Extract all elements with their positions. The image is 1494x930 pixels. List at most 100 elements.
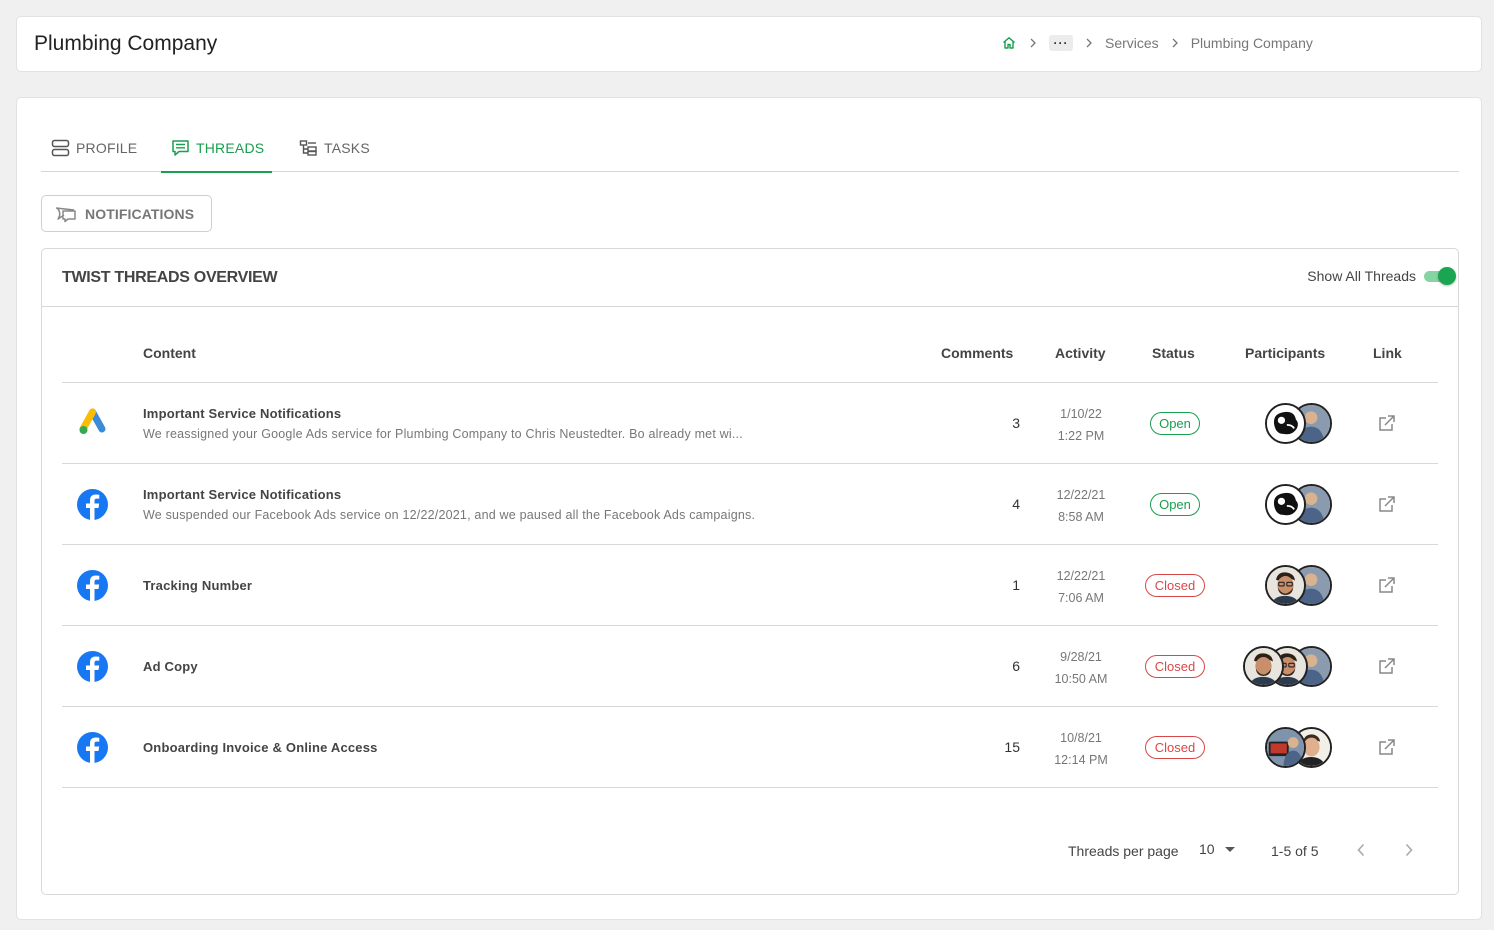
thread-title[interactable]: Onboarding Invoice & Online Access — [143, 740, 378, 755]
breadcrumb-more-button[interactable]: ··· — [1049, 35, 1073, 51]
notifications-label: NOTIFICATIONS — [85, 205, 195, 222]
participants — [1243, 646, 1335, 687]
show-all-threads-toggle[interactable] — [1424, 267, 1456, 285]
table-header: Content Comments Activity Status Partici… — [62, 325, 1438, 383]
threads-overview-card: TWIST THREADS OVERVIEW Show All Threads … — [41, 248, 1459, 895]
activity-time: 8:58 AM — [1058, 510, 1104, 524]
external-link-icon[interactable] — [1377, 413, 1397, 433]
activity-time: 10:50 AM — [1054, 672, 1108, 686]
thread-comments: 1 — [1012, 577, 1020, 593]
activity-date: 12/22/21 — [1056, 488, 1106, 502]
chevron-right-icon — [1171, 38, 1179, 48]
external-link-icon[interactable] — [1377, 737, 1397, 757]
status-badge: Closed — [1145, 655, 1205, 678]
threads-title: TWIST THREADS OVERVIEW — [62, 269, 278, 286]
status-badge: Open — [1150, 412, 1200, 435]
per-page-label: Threads per page — [1068, 843, 1179, 859]
chevron-right-icon — [1029, 38, 1037, 48]
table-row[interactable]: Important Service Notifications We suspe… — [62, 464, 1438, 545]
col-participants: Participants — [1245, 345, 1326, 361]
header-bar: Plumbing Company ··· Services Plumbing C… — [16, 16, 1482, 72]
breadcrumb: ··· Services Plumbing Company — [1001, 35, 1313, 51]
thread-comments: 4 — [1012, 496, 1020, 512]
col-activity[interactable]: Activity — [1055, 345, 1106, 361]
col-comments[interactable]: Comments — [941, 345, 1013, 361]
avatar — [1265, 565, 1306, 606]
thread-comments: 3 — [1012, 415, 1020, 431]
status-badge: Open — [1150, 493, 1200, 516]
status-badge: Closed — [1145, 574, 1205, 597]
google-ads-icon — [76, 407, 109, 440]
participants — [1265, 565, 1335, 606]
col-content[interactable]: Content — [143, 345, 196, 361]
facebook-icon — [76, 650, 109, 683]
col-status[interactable]: Status — [1152, 345, 1195, 361]
activity-date: 12/22/21 — [1056, 569, 1106, 583]
external-link-icon[interactable] — [1377, 656, 1397, 676]
thread-activity: 9/28/21 10:50 AM — [1042, 646, 1120, 690]
tab-threads[interactable]: THREADS — [161, 124, 273, 173]
facebook-icon — [76, 569, 109, 602]
per-page-value: 10 — [1199, 841, 1215, 857]
profile-icon — [51, 139, 70, 157]
breadcrumb-services-link[interactable]: Services — [1105, 35, 1159, 51]
thread-activity: 10/8/21 12:14 PM — [1042, 727, 1120, 771]
thread-comments: 6 — [1012, 658, 1020, 674]
participants — [1265, 484, 1335, 525]
tasks-icon — [299, 140, 317, 156]
per-page-select[interactable]: 10 — [1199, 841, 1235, 857]
main-panel: PROFILE THREADS TASKS NOTIFICATIONS TWIS… — [16, 97, 1482, 920]
tab-profile-label: PROFILE — [76, 140, 138, 156]
threads-table: Content Comments Activity Status Partici… — [62, 325, 1438, 859]
show-all-threads-label: Show All Threads — [1307, 268, 1416, 284]
external-link-icon[interactable] — [1377, 575, 1397, 595]
threads-card-header: TWIST THREADS OVERVIEW Show All Threads — [42, 249, 1458, 307]
avatar — [1243, 646, 1284, 687]
avatar — [1265, 484, 1306, 525]
tab-profile[interactable]: PROFILE — [51, 124, 137, 172]
participants — [1265, 727, 1335, 768]
facebook-icon — [76, 488, 109, 521]
page-title: Plumbing Company — [34, 32, 218, 55]
thread-title[interactable]: Ad Copy — [143, 659, 198, 674]
next-page-button[interactable] — [1404, 843, 1414, 860]
facebook-icon — [76, 731, 109, 764]
page-range: 1-5 of 5 — [1271, 843, 1319, 859]
threads-icon — [172, 140, 189, 156]
breadcrumb-current: Plumbing Company — [1190, 35, 1313, 51]
thread-title[interactable]: Tracking Number — [143, 578, 252, 593]
thread-activity: 12/22/21 8:58 AM — [1042, 484, 1120, 528]
home-icon[interactable] — [1001, 35, 1017, 51]
participants — [1265, 403, 1335, 444]
activity-date: 10/8/21 — [1060, 731, 1102, 745]
prev-page-button[interactable] — [1356, 843, 1366, 860]
thread-title[interactable]: Important Service Notifications — [143, 406, 341, 421]
tab-threads-label: THREADS — [196, 140, 265, 156]
table-row[interactable]: Onboarding Invoice & Online Access 15 10… — [62, 707, 1438, 788]
table-row[interactable]: Important Service Notifications We reass… — [62, 383, 1438, 464]
notifications-button[interactable]: NOTIFICATIONS — [41, 195, 212, 232]
table-row[interactable]: Ad Copy 6 9/28/21 10:50 AM Closed — [62, 626, 1438, 707]
thread-preview: We suspended our Facebook Ads service on… — [143, 508, 756, 522]
tab-tasks-label: TASKS — [324, 140, 370, 156]
chevron-right-icon — [1405, 843, 1413, 857]
status-badge: Closed — [1145, 736, 1205, 759]
col-link: Link — [1373, 345, 1402, 361]
avatar — [1265, 403, 1306, 444]
activity-time: 12:14 PM — [1054, 753, 1108, 767]
activity-time: 7:06 AM — [1058, 591, 1104, 605]
external-link-icon[interactable] — [1377, 494, 1397, 514]
thread-activity: 1/10/22 1:22 PM — [1042, 403, 1120, 447]
thread-activity: 12/22/21 7:06 AM — [1042, 565, 1120, 609]
avatar — [1265, 727, 1306, 768]
thread-preview: We reassigned your Google Ads service fo… — [143, 427, 743, 441]
table-row[interactable]: Tracking Number 1 12/22/21 7:06 AM Closed — [62, 545, 1438, 626]
show-all-threads-control: Show All Threads — [1307, 267, 1456, 285]
tab-bar: PROFILE THREADS TASKS — [41, 124, 1459, 173]
tab-tasks[interactable]: TASKS — [299, 124, 370, 172]
thread-title[interactable]: Important Service Notifications — [143, 487, 341, 502]
chevron-right-icon — [1085, 38, 1093, 48]
caret-down-icon — [1224, 846, 1235, 852]
chevron-left-icon — [1357, 843, 1365, 857]
thread-comments: 15 — [1004, 739, 1020, 755]
